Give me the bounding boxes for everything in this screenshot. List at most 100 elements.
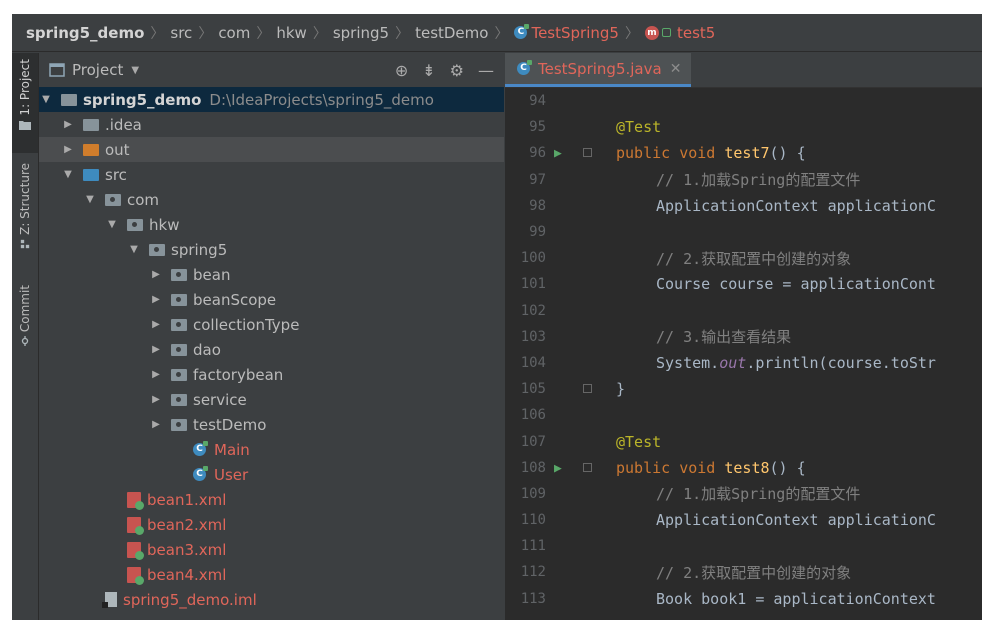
line-number: 112 bbox=[520, 564, 546, 581]
tool-window-structure-label: Z: Structure bbox=[18, 163, 32, 235]
gutter bbox=[546, 402, 616, 428]
run-test-icon[interactable]: ▶ bbox=[554, 461, 562, 476]
tool-window-project[interactable]: 1: Project bbox=[12, 53, 38, 153]
folder-icon bbox=[83, 118, 99, 131]
gutter bbox=[546, 167, 616, 193]
tree-node-bean[interactable]: ▶ bean bbox=[39, 262, 504, 287]
tree-node-label: spring5 bbox=[171, 240, 228, 259]
class-icon: C bbox=[517, 60, 532, 75]
breadcrumb-item-project[interactable]: spring5_demo bbox=[26, 24, 144, 42]
tree-node-label: beanScope bbox=[193, 290, 277, 309]
tree-node-collectiontype[interactable]: ▶ collectionType bbox=[39, 312, 504, 337]
expand-arrow-icon[interactable]: ▼ bbox=[39, 94, 53, 105]
collapse-arrow-icon[interactable]: ▶ bbox=[149, 369, 163, 380]
tree-node-label: bean bbox=[193, 265, 231, 284]
tree-node-main[interactable]: C Main bbox=[39, 437, 504, 462]
breadcrumb-item-spring5[interactable]: spring5 bbox=[333, 24, 389, 42]
collapse-arrow-icon[interactable]: ▶ bbox=[149, 269, 163, 280]
breadcrumb-item-src[interactable]: src bbox=[170, 24, 192, 42]
project-panel-toolbar: ⊕ ⇟ ⚙ — bbox=[395, 53, 494, 87]
gear-icon[interactable]: ⚙ bbox=[450, 61, 464, 80]
run-test-icon[interactable]: ▶ bbox=[554, 146, 562, 161]
collapse-all-icon[interactable]: ⇟ bbox=[422, 61, 435, 80]
tree-node-hkw[interactable]: ▼ hkw bbox=[39, 212, 504, 237]
breadcrumb-item-class[interactable]: C TestSpring5 bbox=[514, 24, 619, 42]
collapse-arrow-icon[interactable]: ▶ bbox=[61, 144, 75, 155]
tree-node-factorybean[interactable]: ▶ factorybean bbox=[39, 362, 504, 387]
code-area[interactable]: 94 95 @Test 96 ▶ public void test7() { 97//… bbox=[505, 88, 982, 612]
tree-node-label: com bbox=[127, 190, 160, 209]
close-icon[interactable]: ✕ bbox=[670, 61, 682, 77]
tree-node-beanscope[interactable]: ▶ beanScope bbox=[39, 287, 504, 312]
tree-node-bean2-xml[interactable]: bean2.xml bbox=[39, 512, 504, 537]
tree-node-bean1-xml[interactable]: bean1.xml bbox=[39, 487, 504, 512]
code-line: 98 ApplicationContext applicationC bbox=[505, 193, 982, 219]
code-line: 94 bbox=[505, 88, 982, 114]
editor-tab-testspring5[interactable]: C TestSpring5.java ✕ bbox=[505, 53, 692, 87]
tree-node-spring5[interactable]: ▼ spring5 bbox=[39, 237, 504, 262]
collapse-arrow-icon[interactable]: ▶ bbox=[61, 119, 75, 130]
dropdown-arrow-icon[interactable]: ▼ bbox=[131, 65, 139, 76]
tool-window-structure[interactable]: Z: Structure bbox=[12, 163, 38, 253]
tree-node-label: bean1.xml bbox=[147, 490, 227, 509]
tree-node-bean4-xml[interactable]: bean4.xml bbox=[39, 562, 504, 587]
tool-window-project-label: 1: Project bbox=[18, 59, 32, 116]
tool-window-commit[interactable]: Commit bbox=[12, 285, 38, 350]
tree-node-out[interactable]: ▶ out bbox=[39, 137, 504, 162]
code-text: test7 bbox=[724, 144, 770, 163]
collapse-arrow-icon[interactable]: ▶ bbox=[149, 419, 163, 430]
breadcrumb-item-testdemo[interactable]: testDemo bbox=[415, 24, 488, 42]
tree-node-label: out bbox=[105, 140, 130, 159]
module-file-icon bbox=[102, 592, 117, 608]
gutter bbox=[546, 219, 616, 245]
chevron-right-icon: 〉 bbox=[198, 25, 213, 42]
hide-panel-icon[interactable]: — bbox=[478, 61, 494, 80]
tree-node-dao[interactable]: ▶ dao bbox=[39, 337, 504, 362]
project-view-selector[interactable]: Project bbox=[72, 61, 123, 79]
expand-arrow-icon[interactable]: ▼ bbox=[83, 194, 97, 205]
tree-node-testdemo[interactable]: ▶ testDemo bbox=[39, 412, 504, 437]
gutter bbox=[546, 507, 616, 533]
code-text: // 2.获取配置中创建的对象 bbox=[656, 563, 852, 582]
breadcrumb-method-label: test5 bbox=[676, 23, 716, 42]
breadcrumb: spring5_demo 〉 src 〉 com 〉 hkw 〉 spring5… bbox=[12, 14, 982, 52]
fold-marker-icon[interactable] bbox=[583, 384, 592, 394]
fold-marker-icon[interactable] bbox=[583, 148, 592, 158]
tree-node-project-root[interactable]: ▼ spring5_demo D:\IdeaProjects\spring5_d… bbox=[39, 87, 504, 112]
breadcrumb-item-hkw[interactable]: hkw bbox=[276, 24, 306, 42]
expand-arrow-icon[interactable]: ▼ bbox=[127, 244, 141, 255]
fold-marker-icon[interactable] bbox=[583, 462, 592, 472]
collapse-arrow-icon[interactable]: ▶ bbox=[149, 319, 163, 330]
expand-arrow-icon[interactable]: ▼ bbox=[61, 169, 75, 180]
tree-node-com[interactable]: ▼ com bbox=[39, 187, 504, 212]
expand-arrow-icon[interactable]: ▼ bbox=[105, 219, 119, 230]
line-number: 107 bbox=[520, 433, 546, 450]
tree-node-user[interactable]: C User bbox=[39, 462, 504, 487]
breadcrumb-item-com[interactable]: com bbox=[218, 24, 250, 42]
gutter bbox=[546, 559, 616, 585]
collapse-arrow-icon[interactable]: ▶ bbox=[149, 394, 163, 405]
gutter bbox=[546, 428, 616, 454]
tree-node-label: spring5_demo bbox=[83, 90, 202, 109]
gutter bbox=[546, 245, 616, 271]
package-icon bbox=[171, 418, 187, 431]
collapse-arrow-icon[interactable]: ▶ bbox=[149, 294, 163, 305]
code-editor: C TestSpring5.java ✕ 94 95 @Test 96 ▶ publi… bbox=[505, 53, 982, 620]
locate-file-icon[interactable]: ⊕ bbox=[395, 61, 408, 80]
code-text: test8 bbox=[724, 458, 770, 477]
project-panel: Project ▼ ⊕ ⇟ ⚙ — ▼ spring5_demo D:\Idea… bbox=[39, 53, 504, 620]
line-number: 96 bbox=[529, 145, 546, 162]
tree-node-iml[interactable]: spring5_demo.iml bbox=[39, 587, 504, 612]
tree-node-bean3-xml[interactable]: bean3.xml bbox=[39, 537, 504, 562]
collapse-arrow-icon[interactable]: ▶ bbox=[149, 344, 163, 355]
code-text: public void bbox=[616, 458, 725, 477]
tree-node-src[interactable]: ▼ src bbox=[39, 162, 504, 187]
chevron-right-icon: 〉 bbox=[624, 25, 639, 42]
tree-node-service[interactable]: ▶ service bbox=[39, 387, 504, 412]
breadcrumb-item-method[interactable]: m test5 bbox=[644, 23, 716, 42]
code-line: 109 // 1.加载Spring的配置文件 bbox=[505, 481, 982, 507]
ide-window: spring5_demo 〉 src 〉 com 〉 hkw 〉 spring5… bbox=[12, 14, 982, 620]
tree-node-idea[interactable]: ▶ .idea bbox=[39, 112, 504, 137]
code-text: out bbox=[719, 353, 747, 372]
class-icon: C bbox=[193, 466, 208, 481]
